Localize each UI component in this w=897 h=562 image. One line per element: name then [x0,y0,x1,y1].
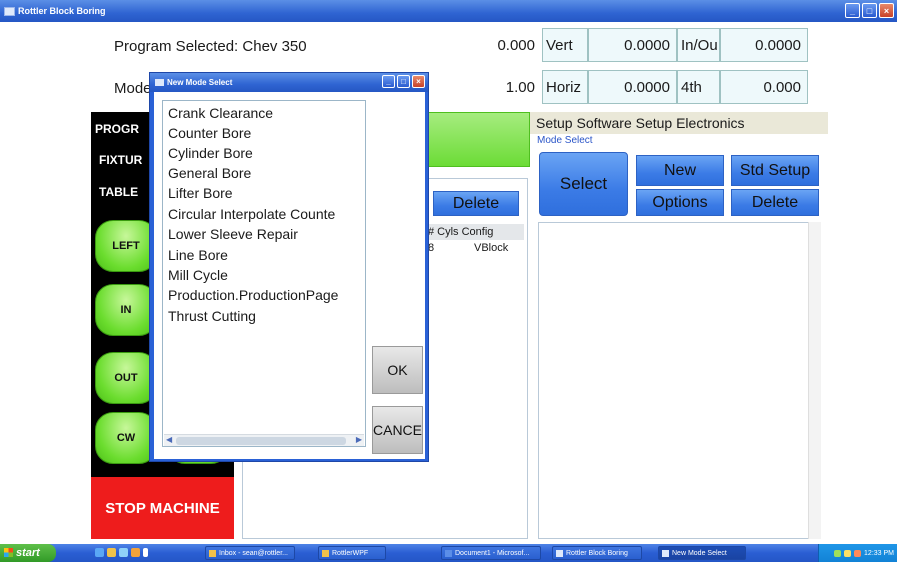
folder-quicklaunch-icon[interactable] [107,548,116,557]
fixture-side-label[interactable]: FIXTUR [99,153,142,167]
ok-button[interactable]: OK [372,346,423,394]
listbox-horizontal-scrollbar[interactable]: ◀ ▶ [164,434,364,446]
std-setup-button[interactable]: Std Setup [731,155,819,186]
list-item[interactable]: Mill Cycle [168,267,228,283]
window-title: Rottler Block Boring [18,6,106,16]
fourth-axis-label: 4th [677,70,720,104]
word-icon [445,549,452,557]
program-side-label[interactable]: PROGR [95,122,139,136]
stop-machine-button[interactable]: STOP MACHINE [91,477,234,539]
taskbar-item-rottler-block-boring[interactable]: Rottler Block Boring [552,546,642,560]
vert-label: Vert [542,28,588,62]
list-item[interactable]: Lower Sleeve Repair [168,226,298,242]
outlook-icon [209,549,216,557]
list-item[interactable]: Crank Clearance [168,105,273,121]
list-item[interactable]: General Bore [168,165,251,181]
volume-icon[interactable] [844,549,852,557]
list-item[interactable]: Cylinder Bore [168,145,253,161]
select-button[interactable]: Select [539,152,628,216]
dialog-close-button[interactable]: × [412,75,425,88]
help-quicklaunch-icon[interactable] [143,548,148,557]
mode-list-panel [538,222,821,539]
app-icon [4,6,15,16]
horiz-label: Horiz [542,70,588,104]
system-tray: 12:33 PM [818,544,897,562]
inout-position: 0.0000 [720,28,808,62]
vert-value: 0.000 [497,36,535,54]
dialog-app-icon [155,79,164,86]
list-item[interactable]: Thrust Cutting [168,308,256,324]
dialog-titlebar[interactable]: New Mode Select _ □ × [150,73,428,92]
table-side-label[interactable]: TABLE [99,185,138,199]
program-row[interactable]: 8 VBlock [426,242,524,256]
new-mode-select-dialog: New Mode Select _ □ × Crank Clearance Co… [149,72,429,462]
mode-delete-button[interactable]: Delete [731,189,819,216]
list-item[interactable]: Production.ProductionPage [168,287,338,303]
taskbar-item-label: Document1 - Microsof... [455,549,530,557]
mode-listbox[interactable]: Crank Clearance Counter Bore Cylinder Bo… [162,100,366,447]
scroll-right-icon[interactable]: ▶ [356,435,362,444]
program-selected-label: Program Selected: Chev 350 [114,38,307,55]
clock: 12:33 PM [864,549,894,557]
inout-label: In/Ou [677,28,720,62]
taskbar: start Inbox - sean@rottler... RottlerWPF… [0,544,897,562]
mode-list-scrollbar[interactable] [808,222,821,539]
taskbar-item-label: New Mode Select [672,549,727,557]
jog-cw-button[interactable]: CW [95,412,157,464]
jog-in-button[interactable]: IN [95,284,157,336]
desktop-quicklaunch-icon[interactable] [119,548,128,557]
cancel-button[interactable]: CANCE [372,406,423,454]
scroll-left-icon[interactable]: ◀ [166,435,172,444]
mode-label: Mode [114,80,152,97]
app-quicklaunch-icon[interactable] [131,548,140,557]
network-icon[interactable] [834,549,842,557]
close-button[interactable]: × [879,3,894,18]
mode-select-label: Mode Select [537,135,593,146]
setup-tabs[interactable]: Setup Software Setup Electronics [530,112,828,134]
horiz-value: 1.00 [505,78,535,96]
dialog-body: Crank Clearance Counter Bore Cylinder Bo… [154,92,425,459]
scrollbar-thumb[interactable] [176,437,346,445]
list-item[interactable]: Line Bore [168,247,228,263]
main-window-titlebar[interactable]: Rottler Block Boring _ □ × [0,0,897,22]
taskbar-item-inbox[interactable]: Inbox - sean@rottler... [205,546,295,560]
list-item[interactable]: Circular Interpolate Counte [168,206,335,222]
dialog-title: New Mode Select [167,78,233,87]
green-status-bar[interactable] [426,112,530,167]
taskbar-item-label: RottlerWPF [332,549,369,557]
taskbar-item-document[interactable]: Document1 - Microsof... [441,546,541,560]
window-icon [556,549,563,557]
jog-out-button[interactable]: OUT [95,352,157,404]
window-icon [662,549,669,557]
program-config-cell: VBlock [474,242,509,254]
list-item[interactable]: Lifter Bore [168,185,233,201]
security-icon[interactable] [854,549,862,557]
new-button[interactable]: New [636,155,724,186]
taskbar-item-new-mode-select[interactable]: New Mode Select [658,546,746,560]
vert-position: 0.0000 [588,28,677,62]
options-button[interactable]: Options [636,189,724,216]
horiz-position: 0.0000 [588,70,677,104]
start-button[interactable]: start [0,544,56,562]
list-item[interactable]: Counter Bore [168,125,251,141]
taskbar-item-label: Inbox - sean@rottler... [219,549,288,557]
program-list-header: # Cyls Config [426,224,524,240]
dialog-maximize-button[interactable]: □ [397,75,410,88]
start-label: start [16,547,40,559]
taskbar-item-label: Rottler Block Boring [566,549,628,557]
fourth-axis-position: 0.000 [720,70,808,104]
jog-left-button[interactable]: LEFT [95,220,157,272]
minimize-button[interactable]: _ [845,3,860,18]
maximize-button[interactable]: □ [862,3,877,18]
windows-logo-icon [4,548,13,557]
folder-icon [322,549,329,557]
program-delete-button[interactable]: Delete [433,191,519,216]
browser-quicklaunch-icon[interactable] [95,548,104,557]
dialog-minimize-button[interactable]: _ [382,75,395,88]
taskbar-item-rottlerwpf[interactable]: RottlerWPF [318,546,386,560]
